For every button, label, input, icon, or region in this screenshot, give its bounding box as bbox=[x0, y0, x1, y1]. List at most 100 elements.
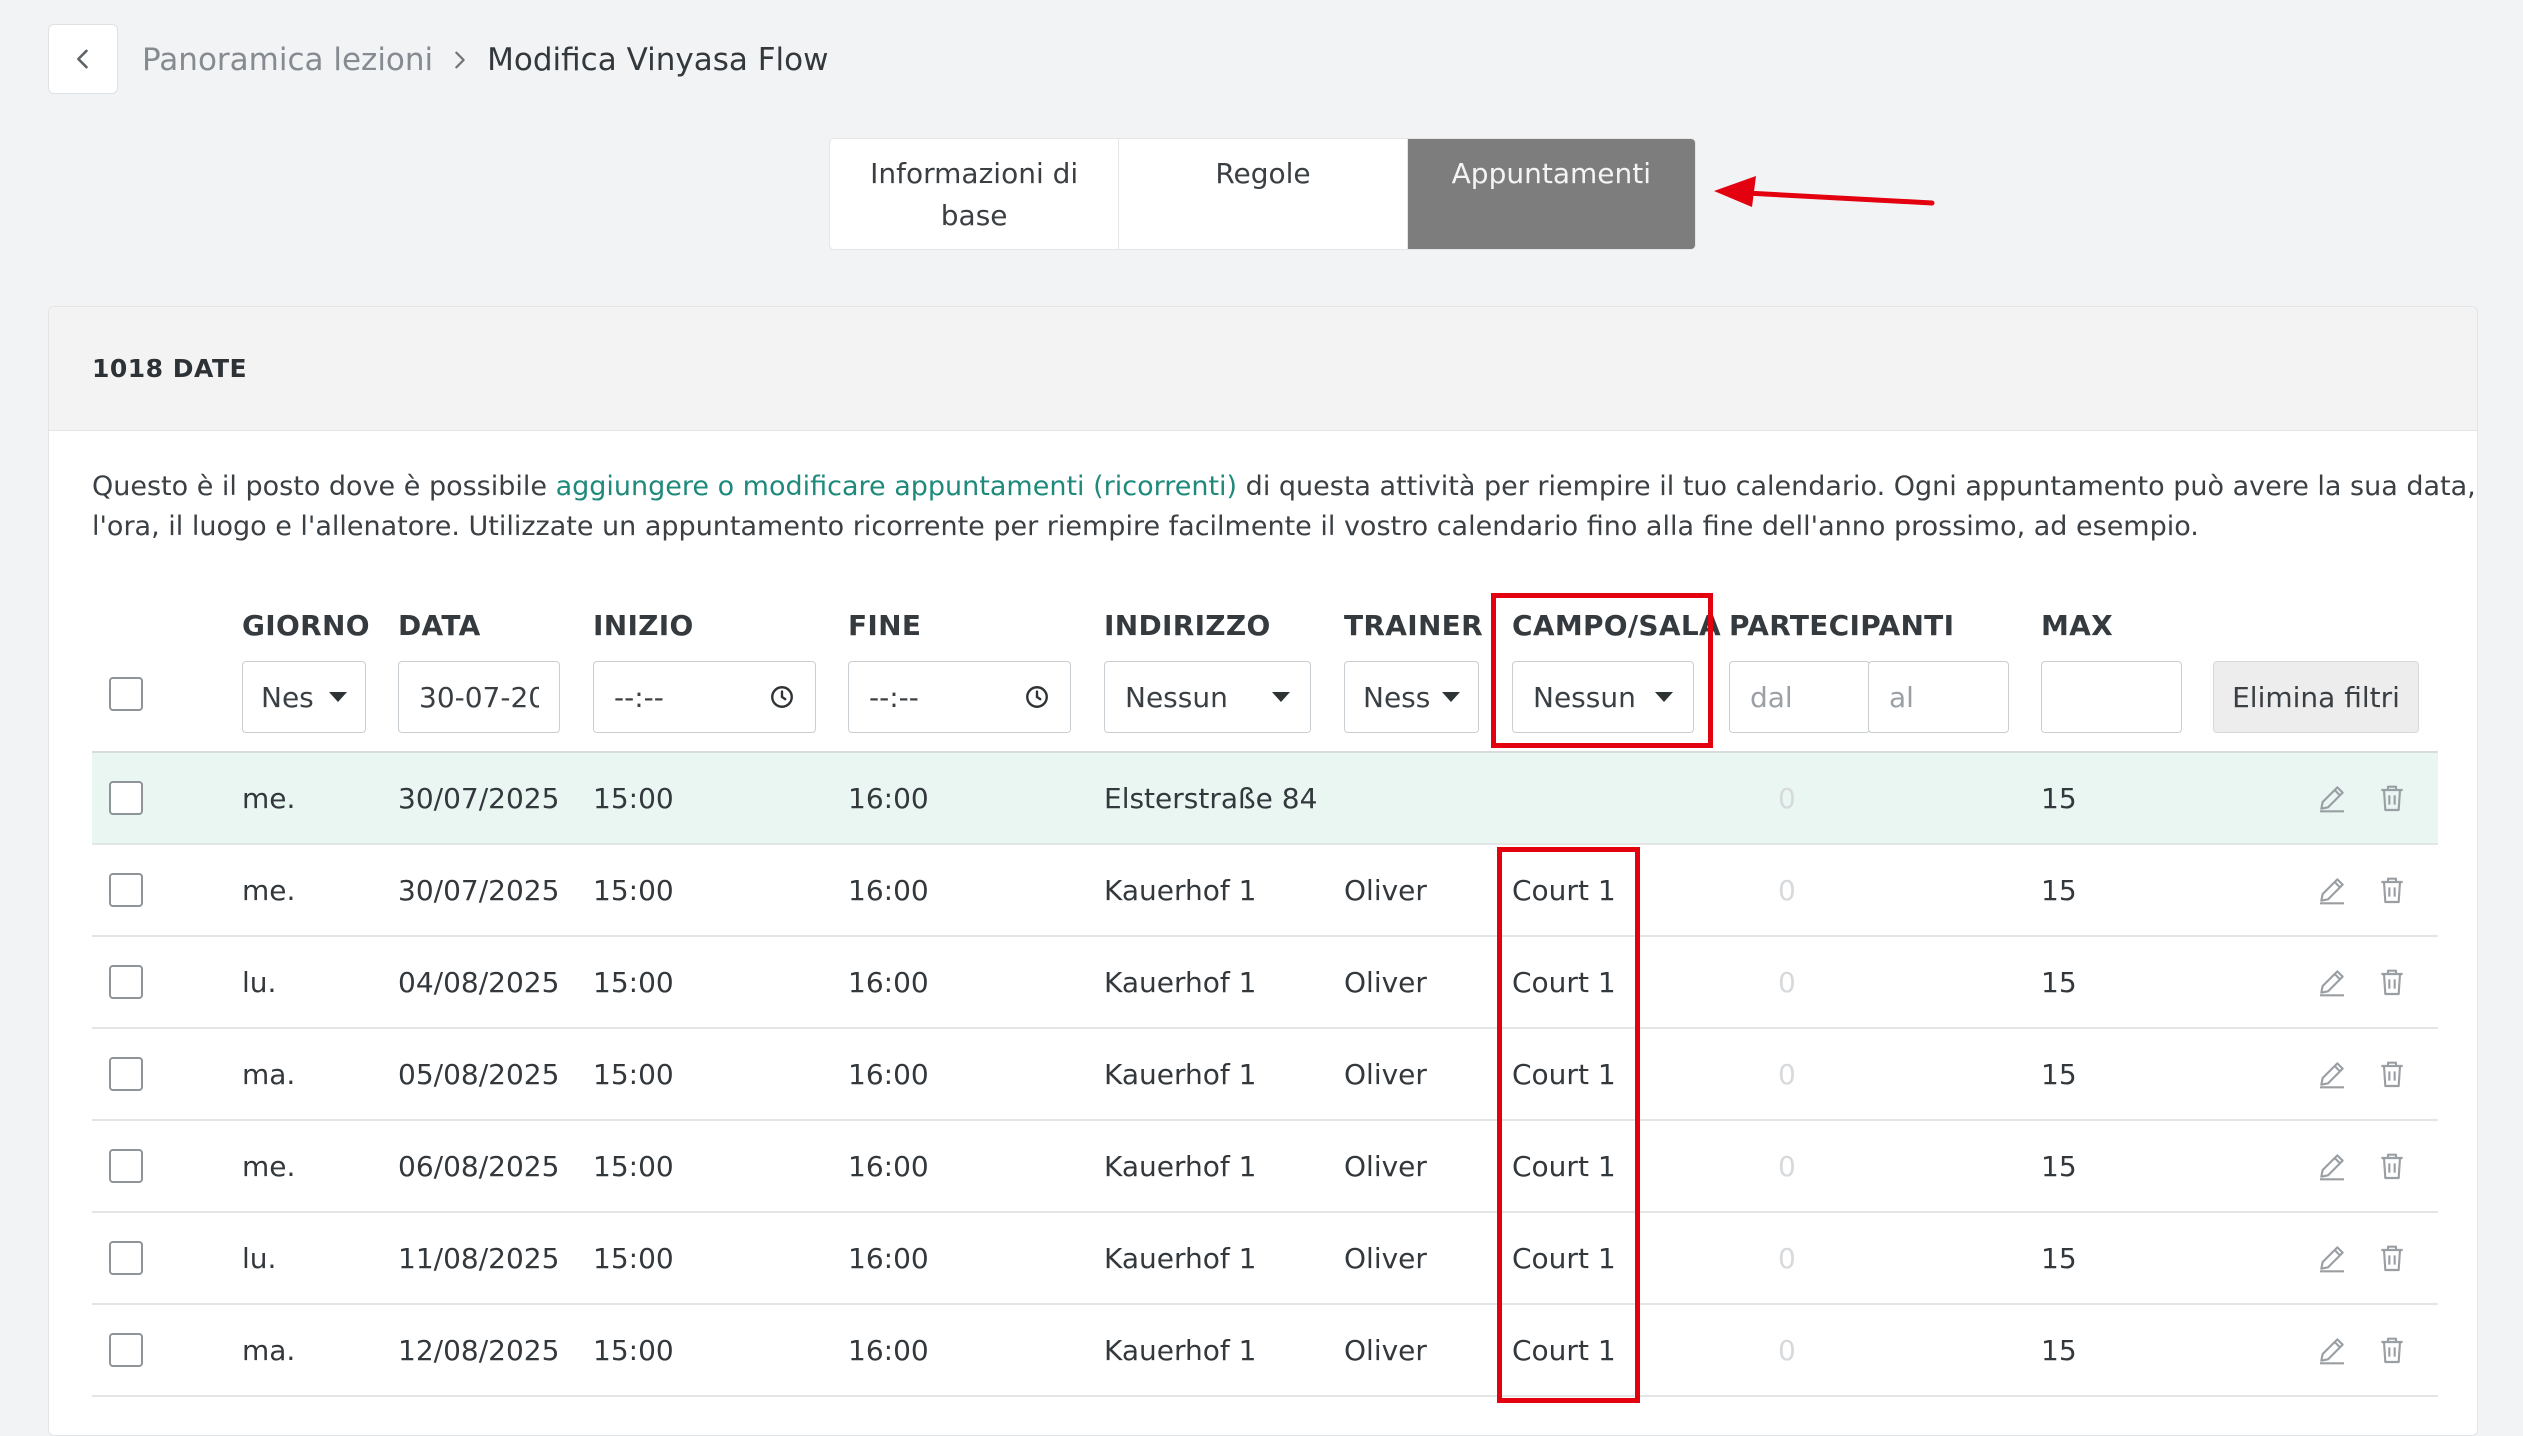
pencil-icon[interactable] bbox=[2316, 782, 2348, 814]
filter-trainer-select[interactable]: Ness bbox=[1344, 661, 1479, 733]
trash-icon[interactable] bbox=[2376, 1150, 2408, 1182]
description-line-1: Questo è il posto dove è possibile aggiu… bbox=[92, 467, 2476, 507]
cell-max: 15 bbox=[2041, 873, 2077, 907]
clear-filters-button[interactable]: Elimina filtri bbox=[2213, 661, 2419, 733]
clock-icon[interactable] bbox=[769, 684, 795, 710]
pencil-icon[interactable] bbox=[2316, 874, 2348, 906]
filter-inizio-value: --:-- bbox=[614, 680, 664, 714]
pencil-icon[interactable] bbox=[2316, 1150, 2348, 1182]
trash-icon[interactable] bbox=[2376, 782, 2408, 814]
table-row[interactable]: lu. 11/08/2025 15:00 16:00 Kauerhof 1 Ol… bbox=[92, 1213, 2438, 1305]
cell-indirizzo: Kauerhof 1 bbox=[1104, 1333, 1257, 1367]
filter-indirizzo-value: Nessun bbox=[1125, 680, 1228, 714]
description-text: Questo è il posto dove è possibile bbox=[92, 471, 556, 502]
breadcrumb-parent-link[interactable]: Panoramica lezioni bbox=[142, 42, 433, 78]
filter-data-input[interactable]: 30-07-20: bbox=[398, 661, 560, 733]
filter-dal-placeholder: dal bbox=[1750, 680, 1793, 714]
filter-partecipanti-dal-input[interactable]: dal bbox=[1729, 661, 1870, 733]
tab-regole[interactable]: Regole bbox=[1118, 139, 1406, 249]
annotation-box-campo-filter bbox=[1491, 593, 1713, 748]
table-row[interactable]: ma. 12/08/2025 15:00 16:00 Kauerhof 1 Ol… bbox=[92, 1305, 2438, 1397]
column-header-fine: FINE bbox=[848, 609, 922, 642]
breadcrumb: Panoramica lezioni Modifica Vinyasa Flow bbox=[142, 38, 828, 82]
cell-partecipanti: 0 bbox=[1778, 781, 1796, 815]
cell-giorno: lu. bbox=[242, 965, 277, 999]
cell-inizio: 15:00 bbox=[593, 965, 674, 999]
cell-indirizzo: Kauerhof 1 bbox=[1104, 873, 1257, 907]
cell-fine: 16:00 bbox=[848, 1149, 929, 1183]
pencil-icon[interactable] bbox=[2316, 966, 2348, 998]
cell-inizio: 15:00 bbox=[593, 1149, 674, 1183]
cell-indirizzo: Kauerhof 1 bbox=[1104, 1149, 1257, 1183]
row-checkbox[interactable] bbox=[109, 781, 143, 815]
pencil-icon[interactable] bbox=[2316, 1334, 2348, 1366]
pencil-icon[interactable] bbox=[2316, 1242, 2348, 1274]
row-checkbox[interactable] bbox=[109, 873, 143, 907]
description-text: di questa attività per riempire il tuo c… bbox=[1237, 471, 2476, 502]
row-checkbox[interactable] bbox=[109, 1057, 143, 1091]
tab-label: Appuntamenti bbox=[1451, 157, 1651, 190]
cell-fine: 16:00 bbox=[848, 1333, 929, 1367]
cell-data: 30/07/2025 bbox=[398, 781, 560, 815]
trash-icon[interactable] bbox=[2376, 874, 2408, 906]
add-edit-appointments-link[interactable]: aggiungere o modificare appuntamenti (ri… bbox=[556, 471, 1238, 502]
tab-informazioni-di-base[interactable]: Informazioni di base bbox=[830, 139, 1118, 249]
table-row[interactable]: me. 30/07/2025 15:00 16:00 Elsterstraße … bbox=[92, 753, 2438, 845]
cell-max: 15 bbox=[2041, 965, 2077, 999]
trash-icon[interactable] bbox=[2376, 1242, 2408, 1274]
filter-inizio-input[interactable]: --:-- bbox=[593, 661, 816, 733]
cell-indirizzo: Kauerhof 1 bbox=[1104, 1057, 1257, 1091]
filter-giorno-value: Nes bbox=[261, 680, 314, 714]
cell-partecipanti: 0 bbox=[1778, 1241, 1796, 1275]
table-row[interactable]: me. 30/07/2025 15:00 16:00 Kauerhof 1 Ol… bbox=[92, 845, 2438, 937]
filter-partecipanti-al-input[interactable]: al bbox=[1868, 661, 2009, 733]
filter-giorno-select[interactable]: Nes bbox=[242, 661, 366, 733]
trash-icon[interactable] bbox=[2376, 966, 2408, 998]
cell-giorno: me. bbox=[242, 873, 296, 907]
trash-icon[interactable] bbox=[2376, 1058, 2408, 1090]
cell-partecipanti: 0 bbox=[1778, 1333, 1796, 1367]
cell-inizio: 15:00 bbox=[593, 1333, 674, 1367]
row-checkbox[interactable] bbox=[109, 1149, 143, 1183]
cell-max: 15 bbox=[2041, 1333, 2077, 1367]
table-row[interactable]: me. 06/08/2025 15:00 16:00 Kauerhof 1 Ol… bbox=[92, 1121, 2438, 1213]
filter-fine-input[interactable]: --:-- bbox=[848, 661, 1071, 733]
tab-bar: Informazioni di base Regole Appuntamenti bbox=[829, 138, 1696, 250]
cell-indirizzo: Elsterstraße 84 bbox=[1104, 781, 1318, 815]
cell-fine: 16:00 bbox=[848, 873, 929, 907]
pencil-icon[interactable] bbox=[2316, 1058, 2348, 1090]
cell-indirizzo: Kauerhof 1 bbox=[1104, 1241, 1257, 1275]
cell-partecipanti: 0 bbox=[1778, 873, 1796, 907]
cell-partecipanti: 0 bbox=[1778, 1149, 1796, 1183]
cell-trainer: Oliver bbox=[1344, 965, 1427, 999]
cell-partecipanti: 0 bbox=[1778, 965, 1796, 999]
column-header-data: DATA bbox=[398, 609, 481, 642]
tab-label-line2: base bbox=[940, 199, 1008, 232]
row-checkbox[interactable] bbox=[109, 1241, 143, 1275]
table-row[interactable]: lu. 04/08/2025 15:00 16:00 Kauerhof 1 Ol… bbox=[92, 937, 2438, 1029]
table-row[interactable]: ma. 05/08/2025 15:00 16:00 Kauerhof 1 Ol… bbox=[92, 1029, 2438, 1121]
filter-data-value: 30-07-20: bbox=[419, 680, 539, 714]
cell-giorno: ma. bbox=[242, 1333, 296, 1367]
back-button[interactable] bbox=[48, 24, 118, 94]
clock-icon[interactable] bbox=[1024, 684, 1050, 710]
tab-appuntamenti[interactable]: Appuntamenti bbox=[1406, 139, 1695, 249]
row-checkbox[interactable] bbox=[109, 965, 143, 999]
trash-icon[interactable] bbox=[2376, 1334, 2408, 1366]
cell-data: 30/07/2025 bbox=[398, 873, 560, 907]
cell-trainer: Oliver bbox=[1344, 1057, 1427, 1091]
cell-indirizzo: Kauerhof 1 bbox=[1104, 965, 1257, 999]
cell-data: 04/08/2025 bbox=[398, 965, 560, 999]
filter-max-input[interactable] bbox=[2041, 661, 2182, 733]
annotation-box-campo-values bbox=[1497, 847, 1640, 1403]
appointments-card: 1018 DATE Questo è il posto dove è possi… bbox=[48, 306, 2478, 1436]
cell-data: 12/08/2025 bbox=[398, 1333, 560, 1367]
filter-indirizzo-select[interactable]: Nessun bbox=[1104, 661, 1311, 733]
cell-fine: 16:00 bbox=[848, 1241, 929, 1275]
cell-trainer: Oliver bbox=[1344, 873, 1427, 907]
cell-giorno: lu. bbox=[242, 1241, 277, 1275]
row-checkbox[interactable] bbox=[109, 1333, 143, 1367]
cell-fine: 16:00 bbox=[848, 1057, 929, 1091]
select-all-checkbox[interactable] bbox=[109, 677, 143, 711]
description: Questo è il posto dove è possibile aggiu… bbox=[92, 467, 2476, 547]
